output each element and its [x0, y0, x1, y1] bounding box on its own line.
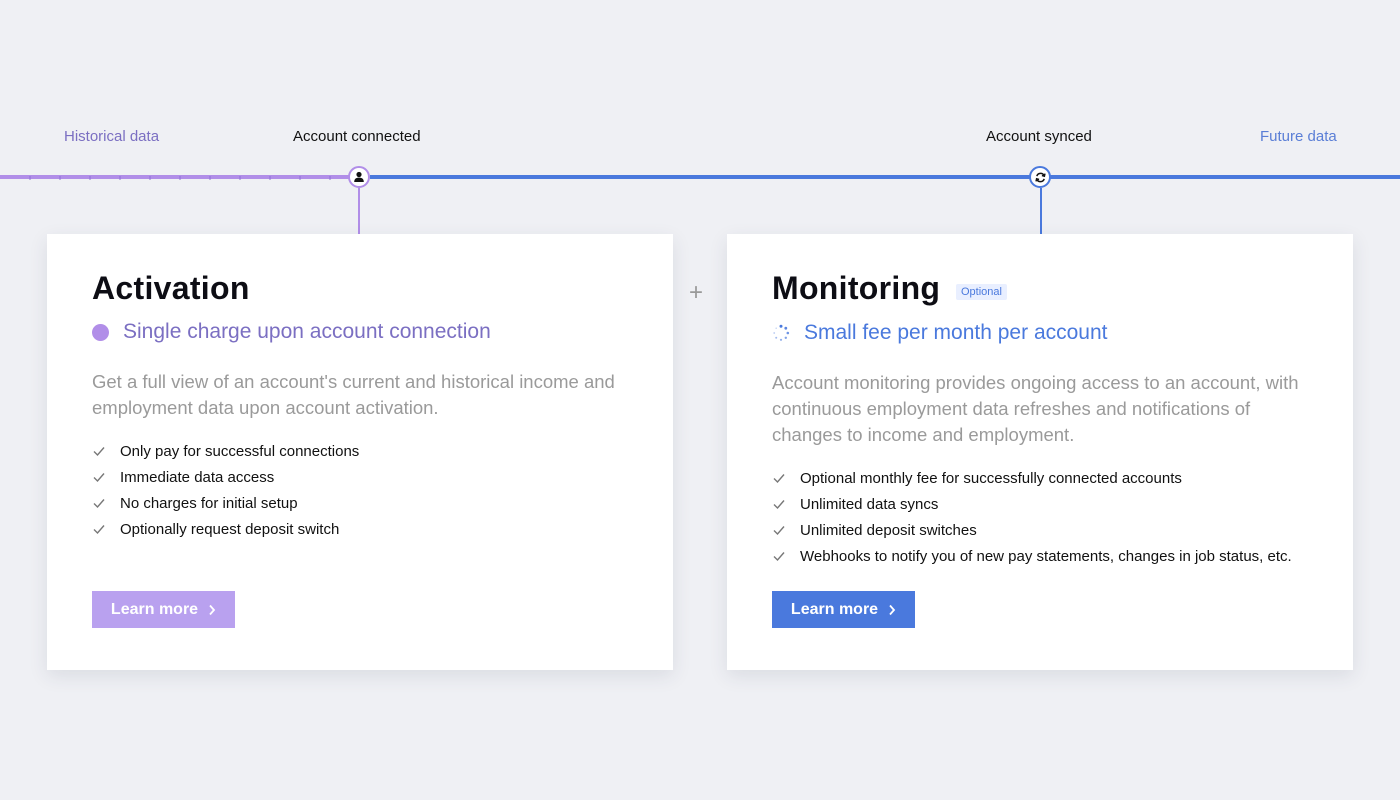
- activation-card: Activation Single charge upon account co…: [47, 234, 673, 670]
- button-label: Learn more: [110, 600, 199, 618]
- list-item: Immediate data access: [92, 464, 359, 490]
- monitoring-learn-more-button[interactable]: Learn more: [772, 591, 915, 628]
- monitoring-description: Account monitoring provides ongoing acce…: [772, 372, 1299, 445]
- list-item: Unlimited data syncs: [772, 491, 1292, 517]
- chevron-right-icon: [889, 604, 896, 615]
- list-item: Optionally request deposit switch: [92, 516, 359, 542]
- activation-description: Get a full view of an account's current …: [92, 371, 615, 418]
- feature-text: Optional monthly fee for successfully co…: [800, 469, 1182, 487]
- synced-connector: [1040, 188, 1042, 234]
- feature-text: Unlimited data syncs: [800, 495, 939, 513]
- user-icon: [354, 171, 364, 182]
- feature-text: No charges for initial setup: [120, 494, 298, 512]
- feature-text: Optionally request deposit switch: [120, 520, 340, 538]
- chevron-right-icon: [209, 604, 216, 615]
- check-icon: [773, 474, 785, 484]
- activation-subtitle-row: Single charge upon account connection: [92, 320, 491, 344]
- dot-icon: [92, 323, 109, 341]
- monitoring-subtitle-row: Small fee per month per account: [772, 321, 1108, 345]
- future-timeline-line: [370, 175, 1400, 179]
- feature-text: Immediate data access: [120, 468, 275, 486]
- button-label: Learn more: [790, 600, 879, 618]
- activation-feature-list: Only pay for successful connections Imme…: [92, 438, 359, 542]
- check-icon: [773, 526, 785, 536]
- activation-learn-more-button[interactable]: Learn more: [92, 591, 235, 628]
- spinner-icon: [773, 324, 790, 341]
- plus-separator: +: [689, 279, 704, 306]
- sync-icon: [1034, 172, 1046, 182]
- check-icon: [93, 447, 105, 457]
- connected-connector: [358, 188, 360, 234]
- list-item: No charges for initial setup: [92, 490, 359, 516]
- account-connected-node: [348, 166, 370, 188]
- check-icon: [93, 499, 105, 509]
- monitoring-title: Monitoring: [772, 270, 941, 306]
- activation-title: Activation: [92, 270, 250, 306]
- check-icon: [773, 552, 785, 562]
- check-icon: [93, 473, 105, 483]
- list-item: Unlimited deposit switches: [772, 517, 1292, 543]
- account-connected-label: Account connected: [293, 128, 421, 145]
- account-synced-label: Account synced: [986, 128, 1092, 145]
- list-item: Optional monthly fee for successfully co…: [772, 465, 1292, 491]
- historical-data-label: Historical data: [64, 128, 160, 145]
- optional-badge: Optional: [956, 284, 1007, 300]
- activation-subtitle: Single charge upon account connection: [123, 320, 491, 343]
- feature-text: Unlimited deposit switches: [800, 521, 977, 539]
- feature-text: Webhooks to notify you of new pay statem…: [800, 547, 1292, 565]
- monitoring-feature-list: Optional monthly fee for successfully co…: [772, 465, 1292, 569]
- monitoring-subtitle: Small fee per month per account: [804, 321, 1108, 344]
- account-synced-node: [1029, 166, 1051, 188]
- list-item: Only pay for successful connections: [92, 438, 359, 464]
- check-icon: [93, 525, 105, 535]
- feature-text: Only pay for successful connections: [120, 442, 360, 460]
- monitoring-card: Monitoring Optional Small fee per month …: [727, 234, 1353, 670]
- timeline-ticks: [29, 176, 331, 180]
- check-icon: [773, 500, 785, 510]
- list-item: Webhooks to notify you of new pay statem…: [772, 543, 1292, 569]
- future-data-label: Future data: [1260, 128, 1337, 145]
